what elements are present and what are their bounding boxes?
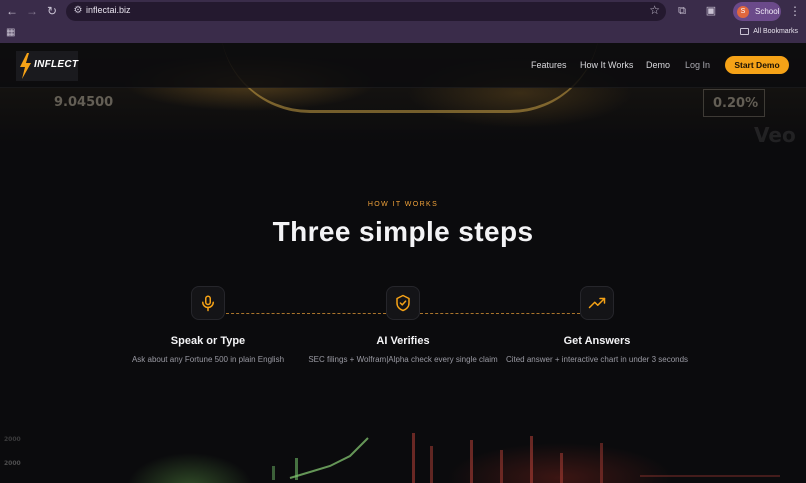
page: 9.04500 0.20% Veo INFLECT Features How I… xyxy=(0,43,806,483)
site-header: INFLECT Features How It Works Demo Log I… xyxy=(0,43,806,88)
browser-chrome: ← → ↻ ⚙ inflectai.biz ☆ ⧉ ▣ S School ⋮ ▦… xyxy=(0,0,806,43)
decorative-chart xyxy=(272,433,780,483)
hero-number: 0.20% xyxy=(713,96,759,111)
step-connector xyxy=(420,313,580,314)
nav-features[interactable]: Features xyxy=(531,60,567,70)
bottom-chart-background: 2000 2000 xyxy=(0,428,806,483)
reload-icon[interactable]: ↻ xyxy=(45,4,59,18)
folder-icon xyxy=(740,28,750,35)
lightning-bolt-icon xyxy=(20,53,31,79)
back-icon[interactable]: ← xyxy=(5,4,19,18)
step-icon-box xyxy=(580,286,614,320)
extensions-icon[interactable]: ⧉ xyxy=(675,4,689,18)
menu-icon[interactable]: ⋮ xyxy=(789,4,801,18)
bookmark-star-icon[interactable]: ☆ xyxy=(649,3,660,17)
trending-up-icon xyxy=(588,297,606,309)
step-icon-box xyxy=(191,286,225,320)
start-demo-button[interactable]: Start Demo xyxy=(725,56,789,74)
step-description: SEC filings + Wolfram|Alpha check every … xyxy=(308,355,498,364)
logo[interactable]: INFLECT xyxy=(16,51,78,81)
step-description: Cited answer + interactive chart in unde… xyxy=(505,355,689,364)
hero-number: 9.04500 xyxy=(54,95,114,110)
section-title: Three simple steps xyxy=(272,216,534,247)
nav-demo[interactable]: Demo xyxy=(646,60,670,70)
step-icon-box xyxy=(386,286,420,320)
hero-number: Veo xyxy=(754,123,796,147)
apps-grid-icon[interactable]: ▦ xyxy=(6,27,15,38)
side-panel-icon[interactable]: ▣ xyxy=(704,4,718,18)
bookmarks-bar: ▦ All Bookmarks xyxy=(0,23,806,43)
profile-name: School xyxy=(755,7,780,16)
section-eyebrow: HOW IT WORKS xyxy=(367,201,439,208)
nav-login[interactable]: Log In xyxy=(685,60,710,70)
all-bookmarks-label: All Bookmarks xyxy=(753,28,798,35)
step-title: Get Answers xyxy=(563,335,631,347)
step-title: Speak or Type xyxy=(170,335,246,347)
avatar: S xyxy=(737,5,749,18)
step-connector xyxy=(226,313,386,314)
url-text[interactable]: inflectai.biz xyxy=(86,5,131,15)
all-bookmarks-button[interactable]: All Bookmarks xyxy=(740,28,798,35)
site-settings-icon[interactable]: ⚙ xyxy=(71,4,85,18)
nav-how-it-works[interactable]: How It Works xyxy=(580,60,633,70)
address-bar[interactable]: ⚙ inflectai.biz ☆ xyxy=(66,2,666,21)
step-title: AI Verifies xyxy=(376,335,430,347)
toolbar: ← → ↻ ⚙ inflectai.biz ☆ ⧉ ▣ S School ⋮ xyxy=(0,0,806,23)
shield-check-icon xyxy=(396,294,410,312)
logo-text: INFLECT xyxy=(34,59,79,70)
microphone-icon xyxy=(202,295,214,312)
profile-button[interactable]: S School xyxy=(733,2,781,21)
step-description: Ask about any Fortune 500 in plain Engli… xyxy=(131,355,285,364)
forward-icon[interactable]: → xyxy=(25,4,39,18)
